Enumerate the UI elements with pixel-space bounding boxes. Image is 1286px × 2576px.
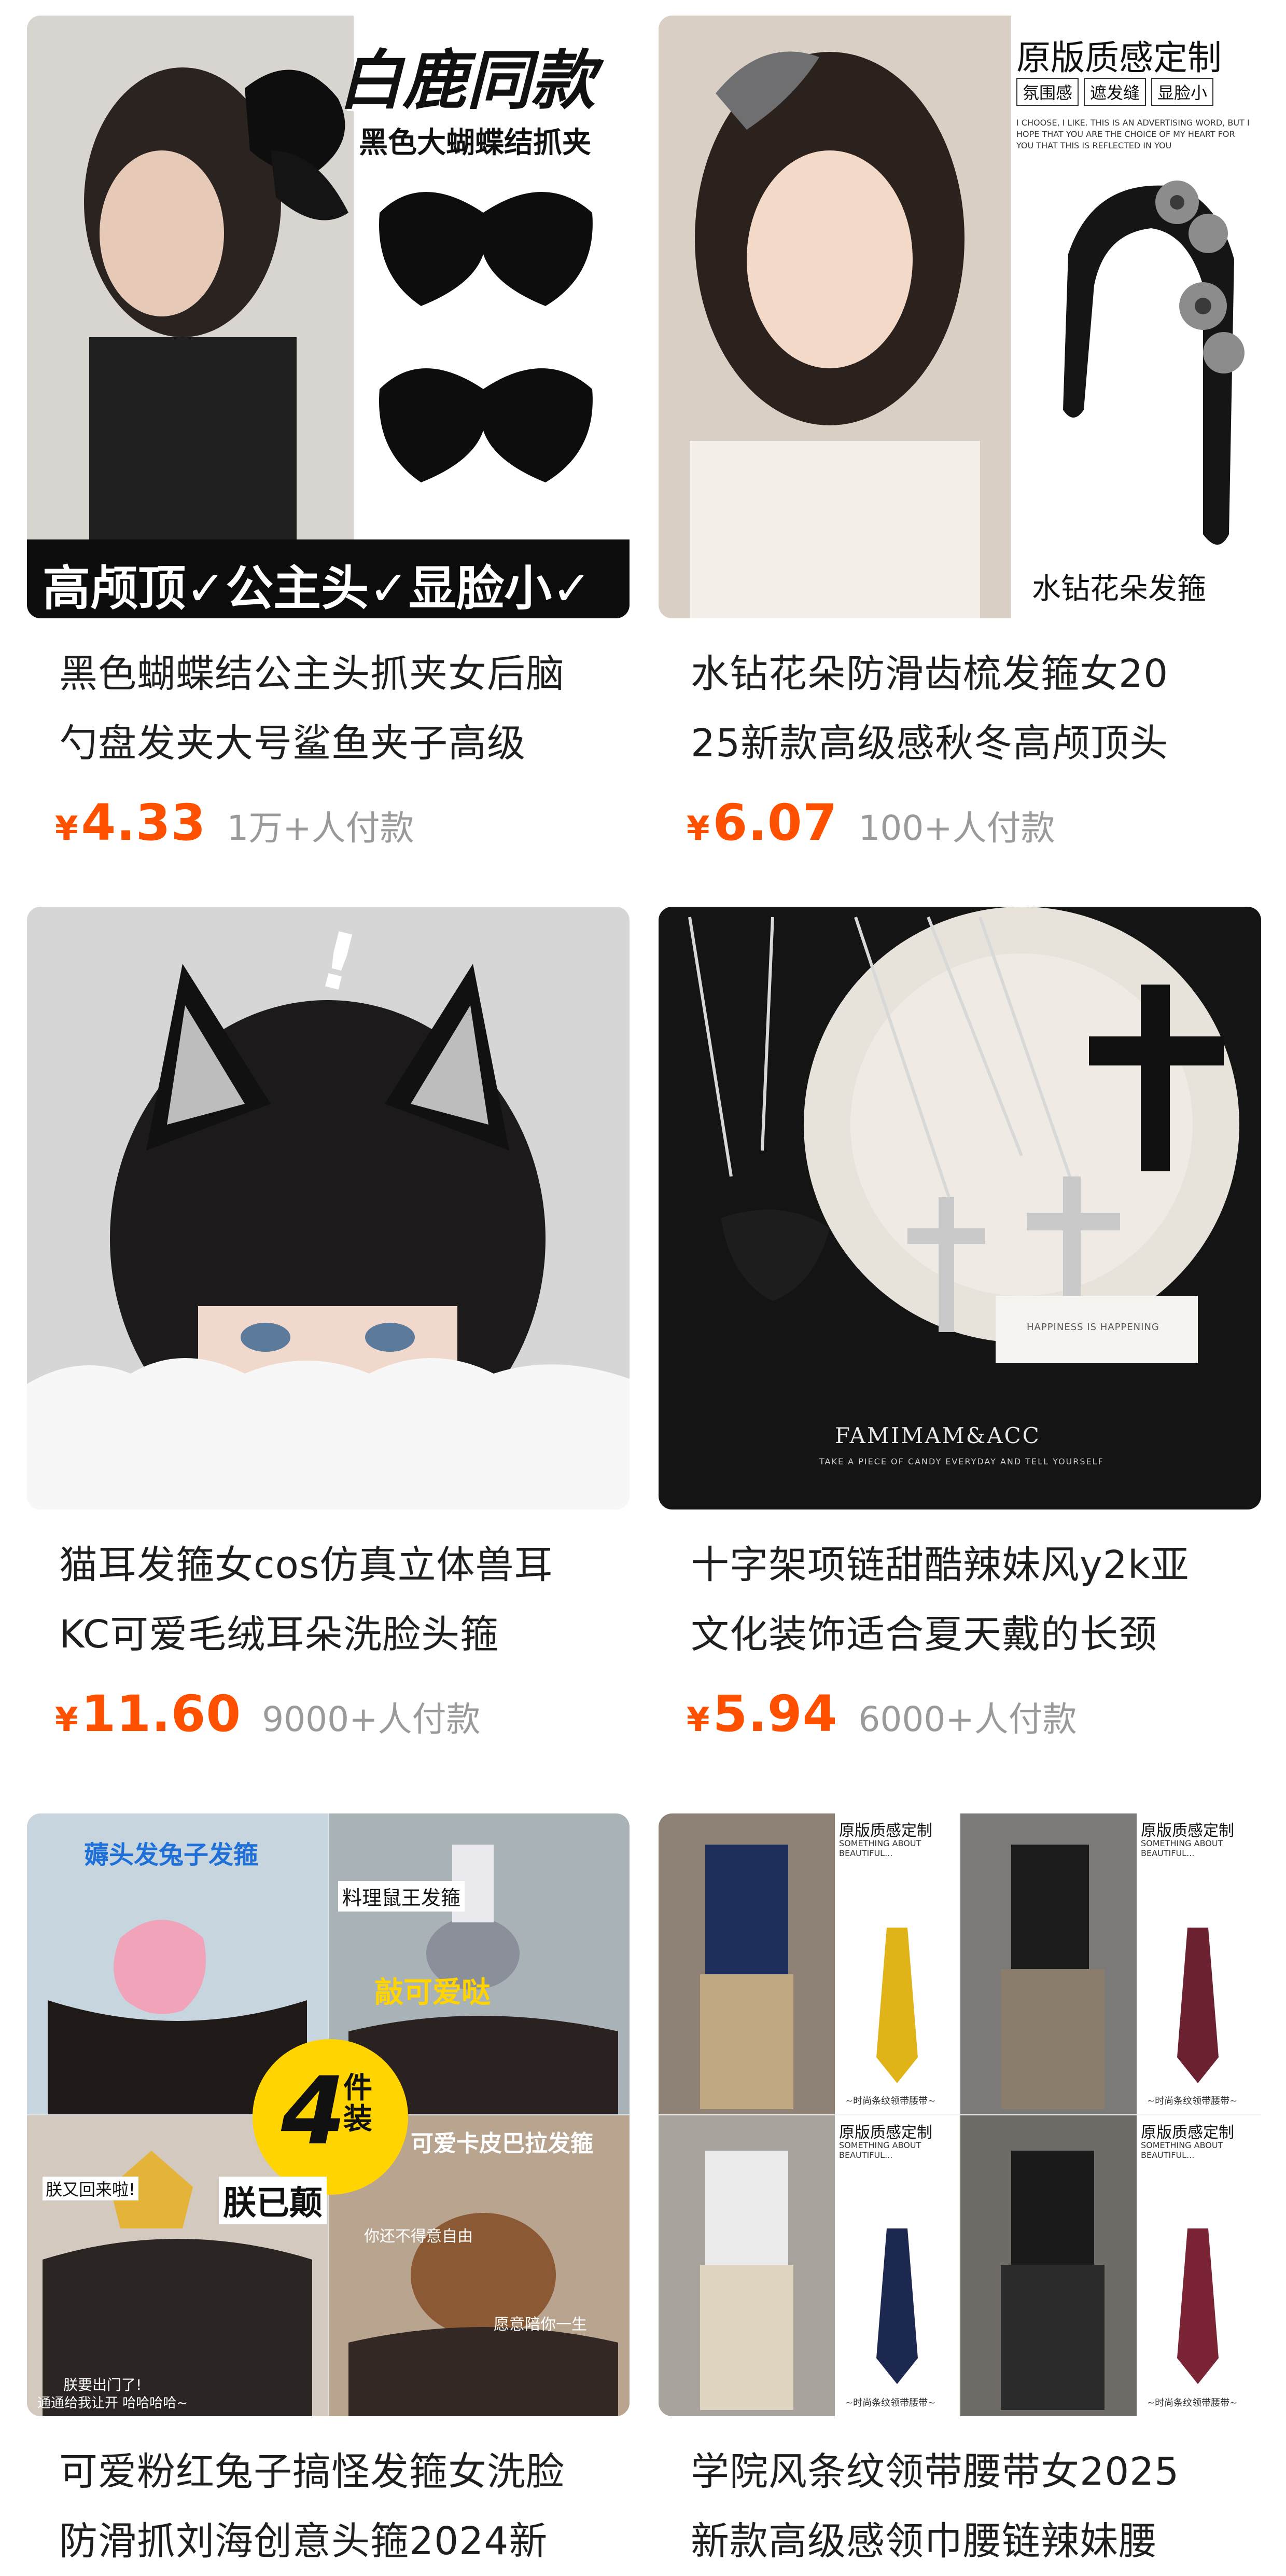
price-value: 4.33 xyxy=(81,794,206,852)
panel-title: 原版质感定制 xyxy=(1141,2124,1234,2142)
price-currency: ¥ xyxy=(687,1701,710,1739)
product-title-line: 猫耳发箍女cos仿真立体兽耳 xyxy=(59,1543,553,1587)
image-headline: 原版质感定制 xyxy=(1016,38,1222,78)
price-value: 5.94 xyxy=(712,1685,838,1743)
product-card[interactable]: HAPPINESS IS HAPPENING FAMIMAM&ACC TAKE … xyxy=(659,907,1261,1789)
product-image[interactable]: HAPPINESS IS HAPPENING FAMIMAM&ACC TAKE … xyxy=(659,907,1261,1509)
product-image[interactable]: 薅头发兔子发箍 料理鼠王发箍 敲可爱哒 4 件装 可爱卡皮巴拉发箍 你还不得意自… xyxy=(27,1813,630,2416)
panel-title: 原版质感定制 xyxy=(839,2124,932,2142)
price-currency: ¥ xyxy=(55,1701,78,1739)
product-card[interactable]: 白鹿同款 黑色大蝴蝶结抓夹 高颅顶✓公主头✓显脸小✓ 黑色蝴蝶结公主头抓夹女后脑… xyxy=(27,16,630,897)
product-title-line: 学院风条纹领带腰带女2025 xyxy=(691,2449,1180,2494)
panel-foot: ~时尚条纹领带腰带~ xyxy=(845,2398,936,2408)
image-crown-label: 朕已颠 xyxy=(219,2177,327,2224)
product-title-line: 新款高级感领巾腰链辣妹腰 xyxy=(691,2519,1157,2564)
product-card[interactable]: ! 猫耳发箍女cos仿真立体兽耳 KC可爱毛绒耳朵洗脸头箍 ¥ 11.60 90… xyxy=(27,907,630,1789)
product-title-line: 勺盘发夹大号鲨鱼夹子高级 xyxy=(59,721,526,766)
price-currency: ¥ xyxy=(687,810,710,848)
panel-sub: SOMETHING ABOUT BEAUTIFUL... xyxy=(1141,1838,1223,1858)
product-image[interactable]: 白鹿同款 黑色大蝴蝶结抓夹 高颅顶✓公主头✓显脸小✓ xyxy=(27,16,630,618)
product-image[interactable]: ! xyxy=(27,907,630,1509)
product-title-line: KC可爱毛绒耳朵洗脸头箍 xyxy=(59,1612,499,1657)
image-capy-sub: 你还不得意自由 xyxy=(364,2227,473,2246)
product-title-line: 可爱粉红兔子搞怪发箍女洗脸 xyxy=(59,2449,565,2494)
image-top-label: 薅头发兔子发箍 xyxy=(84,1840,259,1869)
panel-sub: SOMETHING ABOUT BEAUTIFUL... xyxy=(1141,2140,1223,2160)
product-card[interactable]: 原版质感定制 SOMETHING ABOUT BEAUTIFUL... ~时尚条… xyxy=(659,1813,1261,2573)
product-image[interactable]: 原版质感定制 SOMETHING ABOUT BEAUTIFUL... ~时尚条… xyxy=(659,1813,1261,2416)
sales-count: 100+人付款 xyxy=(858,808,1055,848)
image-count-unit: 件装 xyxy=(343,2071,372,2136)
image-subline: 黑色大蝴蝶结抓夹 xyxy=(359,126,591,160)
panel-foot: ~时尚条纹领带腰带~ xyxy=(845,2096,936,2107)
price-row: ¥ 6.07 100+人付款 xyxy=(687,794,1055,852)
product-title-line: 十字架项链甜酷辣妹风y2k亚 xyxy=(691,1543,1190,1587)
sales-count: 6000+人付款 xyxy=(858,1699,1077,1739)
price-value: 6.07 xyxy=(712,794,838,852)
image-caption: 水钻花朵发箍 xyxy=(1032,572,1206,606)
product-title[interactable]: 可爱粉红兔子搞怪发箍女洗脸 防滑抓刘海创意头箍2024新 xyxy=(59,2437,619,2576)
product-title-line: 黑色蝴蝶结公主头抓夹女后脑 xyxy=(59,652,565,696)
image-tagline: TAKE A PIECE OF CANDY EVERYDAY AND TELL … xyxy=(819,1457,1104,1466)
image-crown-sub: 朕又回来啦! xyxy=(43,2177,138,2200)
panel-sub: SOMETHING ABOUT BEAUTIFUL... xyxy=(839,1838,921,1858)
product-title[interactable]: 十字架项链甜酷辣妹风y2k亚 文化装饰适合夏天戴的长颈 xyxy=(691,1530,1251,1669)
image-capy-sub2: 愿意陪你一生 xyxy=(494,2316,587,2334)
product-title[interactable]: 猫耳发箍女cos仿真立体兽耳 KC可爱毛绒耳朵洗脸头箍 xyxy=(59,1530,619,1669)
panel-foot: ~时尚条纹领带腰带~ xyxy=(1147,2096,1238,2107)
panel-title: 原版质感定制 xyxy=(839,1822,932,1840)
product-image[interactable]: 原版质感定制 氛围感 遮发缝 显脸小 I CHOOSE, I LIKE. THI… xyxy=(659,16,1261,618)
sales-count: 9000+人付款 xyxy=(262,1699,481,1739)
price-value: 11.60 xyxy=(81,1685,242,1743)
image-tag: 氛围感 xyxy=(1016,78,1079,106)
image-brand: FAMIMAM&ACC xyxy=(835,1423,1041,1448)
product-title-line: 防滑抓刘海创意头箍2024新 xyxy=(59,2519,548,2564)
image-capy-label: 可爱卡皮巴拉发箍 xyxy=(411,2130,593,2157)
product-title[interactable]: 学院风条纹领带腰带女2025 新款高级感领巾腰链辣妹腰 xyxy=(691,2437,1251,2576)
product-title-line: 文化装饰适合夏天戴的长颈 xyxy=(691,1612,1157,1657)
price-currency: ¥ xyxy=(55,810,78,848)
image-rat-sub: 敲可爱哒 xyxy=(374,1976,491,2010)
product-title-line: 25新款高级感秋冬高颅顶头 xyxy=(691,721,1169,766)
price-row: ¥ 11.60 9000+人付款 xyxy=(55,1685,481,1743)
product-card[interactable]: 薅头发兔子发箍 料理鼠王发箍 敲可爱哒 4 件装 可爱卡皮巴拉发箍 你还不得意自… xyxy=(27,1813,630,2573)
image-bottom-left: 朕要出门了! xyxy=(63,2376,142,2393)
image-tag: 遮发缝 xyxy=(1084,78,1147,106)
panel-title: 原版质感定制 xyxy=(1141,1822,1234,1840)
panel-sub: SOMETHING ABOUT BEAUTIFUL... xyxy=(839,2140,921,2160)
image-rat-label: 料理鼠王发箍 xyxy=(338,1881,465,1912)
product-card[interactable]: 原版质感定制 氛围感 遮发缝 显脸小 I CHOOSE, I LIKE. THI… xyxy=(659,16,1261,897)
sales-count: 1万+人付款 xyxy=(227,808,414,848)
image-banner: 高颅顶✓公主头✓显脸小✓ xyxy=(43,561,592,616)
image-tags: 氛围感 遮发缝 显脸小 xyxy=(1016,78,1214,106)
price-row: ¥ 5.94 6000+人付款 xyxy=(687,1685,1077,1743)
product-title[interactable]: 黑色蝴蝶结公主头抓夹女后脑 勺盘发夹大号鲨鱼夹子高级 xyxy=(59,639,619,778)
panel-foot: ~时尚条纹领带腰带~ xyxy=(1147,2398,1238,2408)
image-count-num: 4 xyxy=(281,2057,346,2166)
image-bottom-left2: 通通给我让开 哈哈哈哈~ xyxy=(37,2395,188,2411)
image-tag: 显脸小 xyxy=(1151,78,1214,106)
product-title[interactable]: 水钻花朵防滑齿梳发箍女20 25新款高级感秋冬高颅顶头 xyxy=(691,639,1251,778)
product-title-line: 水钻花朵防滑齿梳发箍女20 xyxy=(691,652,1169,696)
price-row: ¥ 4.33 1万+人付款 xyxy=(55,794,414,852)
image-fine-print: I CHOOSE, I LIKE. THIS IS AN ADVERTISING… xyxy=(1016,118,1250,150)
image-headline: 白鹿同款 xyxy=(338,44,596,118)
image-card-text: HAPPINESS IS HAPPENING xyxy=(1027,1322,1159,1333)
